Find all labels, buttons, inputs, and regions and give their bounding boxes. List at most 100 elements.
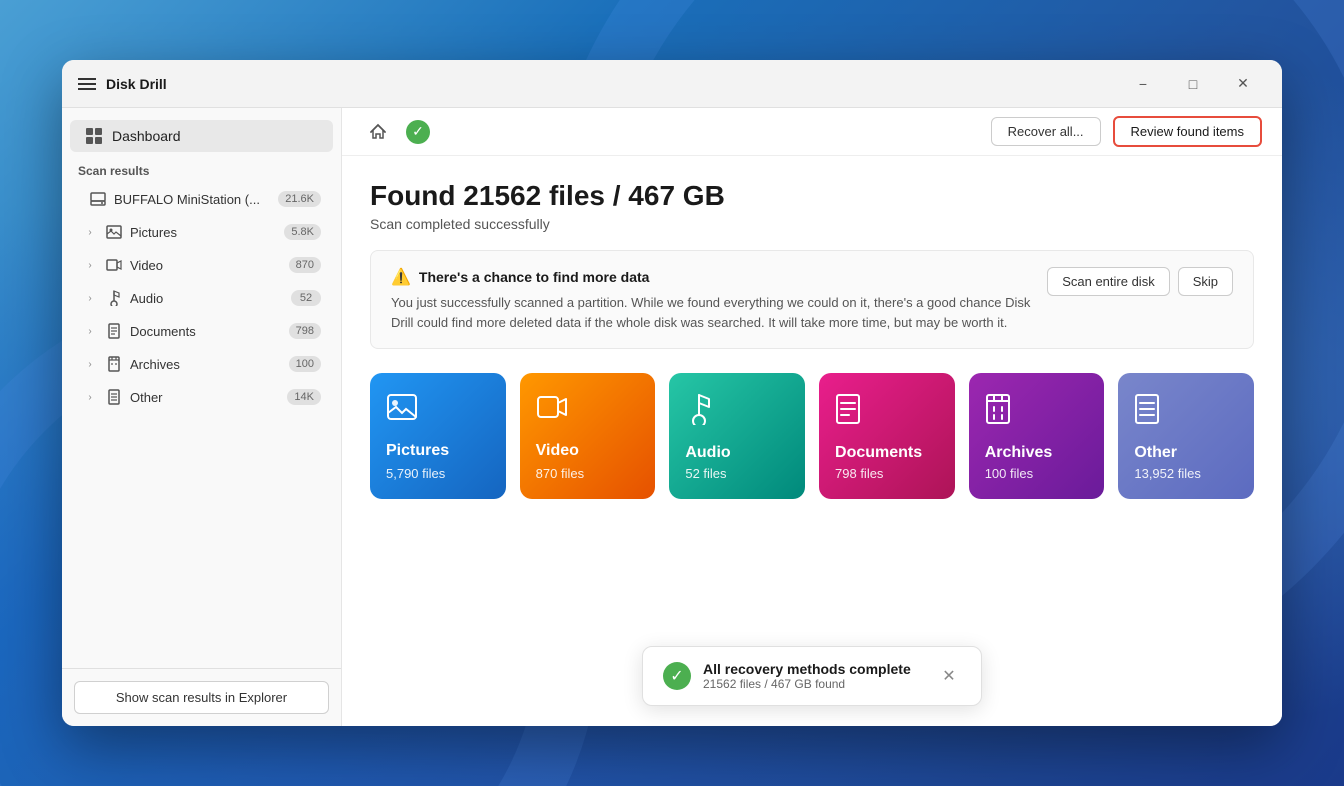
drive-icon: [88, 189, 108, 209]
archives-icon: [104, 354, 124, 374]
archives-card-count: 100 files: [985, 466, 1089, 481]
sidebar-audio-label: Audio: [130, 291, 291, 306]
warning-actions: Scan entire disk Skip: [1047, 267, 1233, 296]
sidebar-video-label: Video: [130, 258, 289, 273]
status-check-icon: ✓: [406, 120, 430, 144]
window-controls: − □ ✕: [1120, 68, 1266, 100]
titlebar: Disk Drill − □ ✕: [62, 60, 1282, 108]
audio-icon: [104, 288, 124, 308]
sidebar-item-other[interactable]: › Other 14K: [70, 381, 333, 413]
category-card-pictures[interactable]: Pictures 5,790 files: [370, 373, 506, 499]
content-toolbar: ✓ Recover all... Review found items: [342, 108, 1282, 156]
content-area: Found 21562 files / 467 GB Scan complete…: [342, 156, 1282, 726]
pictures-card-name: Pictures: [386, 442, 490, 460]
sidebar-nav: Dashboard Scan results BUFFALO MiniStati…: [62, 108, 341, 668]
expand-icon-archives: ›: [82, 356, 98, 372]
category-card-documents[interactable]: Documents 798 files: [819, 373, 955, 499]
sidebar-audio-count: 52: [291, 290, 321, 306]
category-grid: Pictures 5,790 files Video 870 files: [370, 373, 1254, 499]
scan-entire-disk-button[interactable]: Scan entire disk: [1047, 267, 1170, 296]
warning-content: ⚠️ There's a chance to find more data Yo…: [391, 267, 1031, 332]
sidebar-footer: Show scan results in Explorer: [62, 668, 341, 726]
sidebar-item-audio[interactable]: › Audio 52: [70, 282, 333, 314]
notification-check-icon: ✓: [663, 662, 691, 690]
sidebar-item-documents[interactable]: › Documents 798: [70, 315, 333, 347]
expand-icon-documents: ›: [82, 323, 98, 339]
notification-title: All recovery methods complete: [703, 661, 925, 677]
pictures-card-icon: [386, 393, 490, 428]
review-found-button[interactable]: Review found items: [1113, 116, 1262, 147]
other-card-name: Other: [1134, 444, 1238, 462]
warning-title: ⚠️ There's a chance to find more data: [391, 267, 1031, 287]
sidebar: Dashboard Scan results BUFFALO MiniStati…: [62, 108, 342, 726]
documents-card-name: Documents: [835, 444, 939, 462]
category-card-video[interactable]: Video 870 files: [520, 373, 656, 499]
category-card-archives[interactable]: Archives 100 files: [969, 373, 1105, 499]
sidebar-documents-count: 798: [289, 323, 321, 339]
app-title: Disk Drill: [106, 76, 167, 92]
skip-button[interactable]: Skip: [1178, 267, 1233, 296]
main-content: ✓ Recover all... Review found items Foun…: [342, 108, 1282, 726]
warning-text: You just successfully scanned a partitio…: [391, 293, 1031, 332]
sidebar-pictures-label: Pictures: [130, 225, 284, 240]
recover-all-button[interactable]: Recover all...: [991, 117, 1101, 146]
expand-icon-other: ›: [82, 389, 98, 405]
pictures-icon: [104, 222, 124, 242]
maximize-button[interactable]: □: [1170, 68, 1216, 100]
sidebar-pictures-count: 5.8K: [284, 224, 321, 240]
found-title: Found 21562 files / 467 GB: [370, 180, 1254, 212]
expand-icon-video: ›: [82, 257, 98, 273]
show-explorer-button[interactable]: Show scan results in Explorer: [74, 681, 329, 714]
documents-icon: [104, 321, 124, 341]
notification-close-button[interactable]: ✕: [937, 664, 961, 688]
drive-count: 21.6K: [278, 191, 321, 207]
sidebar-item-archives[interactable]: › Archives 100: [70, 348, 333, 380]
app-body: Dashboard Scan results BUFFALO MiniStati…: [62, 108, 1282, 726]
home-button[interactable]: [362, 116, 394, 148]
main-window: Disk Drill − □ ✕ Dashboard Scan results: [62, 60, 1282, 726]
documents-card-count: 798 files: [835, 466, 939, 481]
sidebar-other-label: Other: [130, 390, 287, 405]
expand-icon-pictures: ›: [82, 224, 98, 240]
notification-text: All recovery methods complete 21562 file…: [703, 661, 925, 691]
sidebar-archives-label: Archives: [130, 357, 289, 372]
minimize-button[interactable]: −: [1120, 68, 1166, 100]
scan-results-heading: Scan results: [62, 156, 341, 182]
warning-icon: ⚠️: [391, 267, 411, 287]
dashboard-icon: [86, 128, 102, 144]
archives-card-name: Archives: [985, 444, 1089, 462]
sidebar-item-dashboard[interactable]: Dashboard: [70, 120, 333, 152]
sidebar-archives-count: 100: [289, 356, 321, 372]
sidebar-item-video[interactable]: › Video 870: [70, 249, 333, 281]
video-card-name: Video: [536, 442, 640, 460]
sidebar-drive-item[interactable]: BUFFALO MiniStation (... 21.6K: [70, 183, 333, 215]
sidebar-item-pictures[interactable]: › Pictures 5.8K: [70, 216, 333, 248]
notification-subtitle: 21562 files / 467 GB found: [703, 677, 925, 691]
scan-status: Scan completed successfully: [370, 216, 1254, 232]
menu-icon[interactable]: [78, 78, 96, 90]
sidebar-documents-label: Documents: [130, 324, 289, 339]
audio-card-count: 52 files: [685, 466, 789, 481]
audio-card-icon: [685, 393, 789, 432]
other-icon: [104, 387, 124, 407]
pictures-card-count: 5,790 files: [386, 466, 490, 481]
category-card-audio[interactable]: Audio 52 files: [669, 373, 805, 499]
sidebar-other-count: 14K: [287, 389, 321, 405]
drive-name: BUFFALO MiniStation (...: [114, 192, 278, 207]
video-card-icon: [536, 393, 640, 428]
notification-bar: ✓ All recovery methods complete 21562 fi…: [642, 646, 982, 706]
other-card-count: 13,952 files: [1134, 466, 1238, 481]
other-card-icon: [1134, 393, 1238, 432]
video-card-count: 870 files: [536, 466, 640, 481]
audio-card-name: Audio: [685, 444, 789, 462]
sidebar-video-count: 870: [289, 257, 321, 273]
video-icon: [104, 255, 124, 275]
archives-card-icon: [985, 393, 1089, 432]
expand-icon-audio: ›: [82, 290, 98, 306]
warning-banner: ⚠️ There's a chance to find more data Yo…: [370, 250, 1254, 349]
close-button[interactable]: ✕: [1220, 68, 1266, 100]
category-card-other[interactable]: Other 13,952 files: [1118, 373, 1254, 499]
warning-title-text: There's a chance to find more data: [419, 269, 650, 285]
documents-card-icon: [835, 393, 939, 432]
dashboard-label: Dashboard: [112, 128, 181, 144]
